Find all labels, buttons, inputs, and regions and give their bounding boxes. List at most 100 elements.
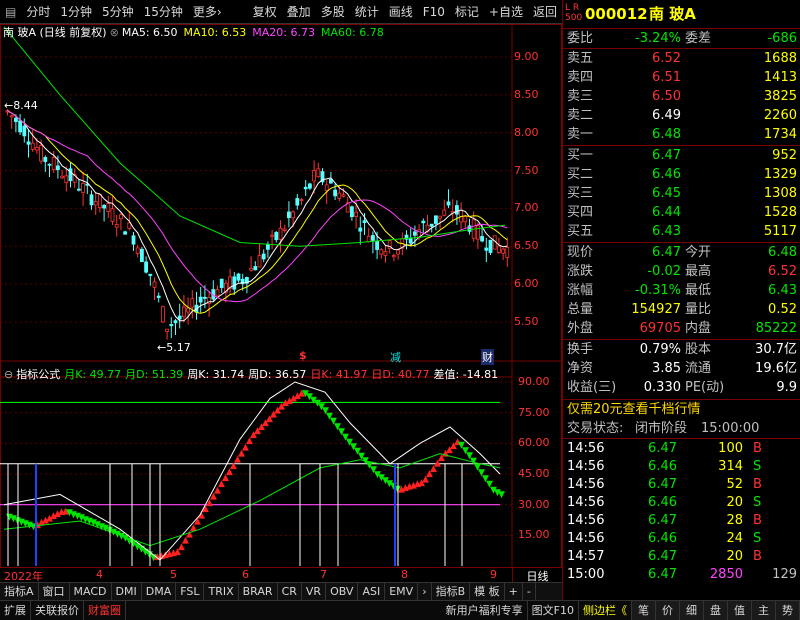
candle-body (265, 244, 270, 250)
ma10-label: MA10: 6.53 (183, 25, 247, 39)
financial-report-marker[interactable]: 财 (481, 349, 494, 365)
indicator-tab[interactable]: + (505, 582, 523, 601)
side-tab[interactable]: 主 (752, 601, 776, 620)
indicator-legend: ⊖ 指标公式 月K: 49.77 月D: 51.39 周K: 31.74 周D: 36… (4, 366, 498, 382)
chart-close-icon[interactable]: ⊗ (110, 26, 119, 39)
candle-body (98, 194, 102, 209)
sidebar-toggle-button[interactable]: 侧边栏《 (579, 601, 632, 620)
level2-promo-text: 仅需20元查看千档行情 (567, 402, 701, 417)
stat-label: 净资 (567, 361, 594, 376)
candle-body (89, 194, 94, 206)
new-user-welfare-button[interactable]: 新用户福利专享 (442, 601, 528, 620)
candle-body (30, 142, 35, 150)
period-button[interactable]: 日线 (512, 568, 562, 583)
tab-15min[interactable]: 15分钟 (139, 3, 188, 20)
indicator-name: 指标公式 (16, 368, 61, 381)
indicator-tab[interactable]: 指标A (0, 582, 39, 601)
candle-body (64, 175, 69, 184)
indicator-tab[interactable]: BRAR (239, 582, 278, 601)
side-tab[interactable]: 值 (728, 601, 752, 620)
indicator-tab[interactable]: ASI (358, 582, 386, 601)
candle-body (463, 216, 468, 223)
ask-row: 卖三 6.50 3825 (563, 88, 800, 106)
date-label: 4 (96, 568, 103, 581)
tab-more[interactable]: 更多› (188, 3, 227, 20)
trade-side: S (753, 459, 762, 474)
trade-price: 6.47 (648, 549, 677, 564)
indicator-tab[interactable]: DMA (142, 582, 177, 601)
trade-price: 6.47 (648, 477, 677, 492)
side-tab[interactable]: 价 (656, 601, 680, 620)
trade-volume: 20 (726, 495, 743, 510)
indicator-tab[interactable]: 模 板 (470, 582, 505, 601)
kline-chart[interactable]: ▼▼▼▼▼▼▼▲▲▲▲▲▲▲▲▼▼▼▼▼▼▼▼▼▼▼▼▼▼▼▼▼▼▼▼▼▼▲▲▲… (0, 24, 562, 568)
trade-time: 14:56 (567, 477, 605, 492)
indicator-tab[interactable]: EMV (385, 582, 419, 601)
level-price: 6.44 (652, 205, 681, 220)
indicator-tab[interactable]: MACD (70, 582, 112, 601)
indicator-tab[interactable]: › (418, 582, 432, 601)
side-tab[interactable]: 细 (680, 601, 704, 620)
indicator-tab[interactable]: DMI (112, 582, 142, 601)
low-price-label: ←5.17 (157, 341, 191, 354)
side-tab[interactable]: 势 (776, 601, 800, 620)
ma20-line (7, 110, 508, 303)
stat-value: 69705 (639, 321, 681, 336)
date-label: 9 (490, 568, 497, 581)
indicator-menu-icon[interactable]: ⊖ (4, 368, 13, 381)
candle-body (60, 175, 64, 179)
indicator-tab[interactable]: TRIX (204, 582, 239, 601)
trade-volume: 100 (718, 441, 743, 456)
indicator-tab[interactable]: OBV (326, 582, 359, 601)
candle-body (454, 205, 459, 215)
side-tab[interactable]: 盘 (704, 601, 728, 620)
candle-body (396, 249, 401, 255)
dividend-marker[interactable]: $ (299, 349, 307, 362)
level-label: 卖一 (567, 127, 594, 142)
side-tab[interactable]: 笔 (632, 601, 656, 620)
ma10-line (7, 110, 508, 314)
add-watchlist-button[interactable]: +自选 (484, 3, 528, 20)
restore-rights-button[interactable]: 复权 (248, 3, 282, 20)
indicator-tab[interactable]: FSL (176, 582, 205, 601)
indicator-tab[interactable]: CR (278, 582, 302, 601)
multi-stock-button[interactable]: 多股 (316, 3, 350, 20)
candle-body (299, 199, 304, 201)
trade-count: 129 (772, 567, 797, 582)
level-badge[interactable]: L R 500 (565, 3, 582, 23)
trade-time: 14:56 (567, 531, 605, 546)
tab-5min[interactable]: 5分钟 (97, 3, 139, 20)
indicator-tab[interactable]: - (523, 582, 536, 601)
f10-graphic-button[interactable]: 图文F10 (528, 601, 579, 620)
related-quotes-button[interactable]: 关联报价 (31, 601, 84, 620)
candle-body (198, 296, 203, 303)
bid-row: 买五 6.43 5117 (563, 223, 800, 241)
back-button[interactable]: 返回 (528, 3, 562, 20)
trade-price: 6.46 (648, 459, 677, 474)
draw-line-button[interactable]: 画线 (384, 3, 418, 20)
k-arrow-mark: ▼ (498, 490, 505, 500)
trade-row: 14:56 6.46 314 S (563, 458, 800, 476)
indicator-tab[interactable]: 指标B (432, 582, 471, 601)
mark-button[interactable]: 标记 (450, 3, 484, 20)
date-label: 7 (320, 568, 327, 581)
indicator-tab[interactable]: VR (302, 582, 327, 601)
tab-timeshare[interactable]: 分时 (21, 3, 55, 20)
bid-row: 买三 6.45 1308 (563, 185, 800, 203)
extend-button[interactable]: 扩展 (0, 601, 31, 620)
statistics-button[interactable]: 统计 (350, 3, 384, 20)
trade-row: 14:56 6.46 24 S (563, 530, 800, 548)
candle-body (18, 120, 23, 133)
candle-body (249, 268, 254, 271)
candle-body (102, 204, 106, 209)
tab-1min[interactable]: 1分钟 (55, 3, 97, 20)
indicator-tab[interactable]: 窗口 (39, 582, 70, 601)
wealth-circle-button[interactable]: 财富圈 (84, 601, 126, 620)
level2-promo[interactable]: 仅需20元查看千档行情 (563, 401, 800, 419)
overlay-button[interactable]: 叠加 (282, 3, 316, 20)
f10-button[interactable]: F10 (418, 5, 450, 19)
stat-row: 涨跌 -0.02 最高 6.52 (563, 263, 800, 281)
toolbar-menu-icon[interactable]: ▤ (0, 5, 21, 19)
trade-row: 14:57 6.47 20 B (563, 548, 800, 566)
reduce-holding-marker[interactable]: 减 (390, 349, 401, 365)
